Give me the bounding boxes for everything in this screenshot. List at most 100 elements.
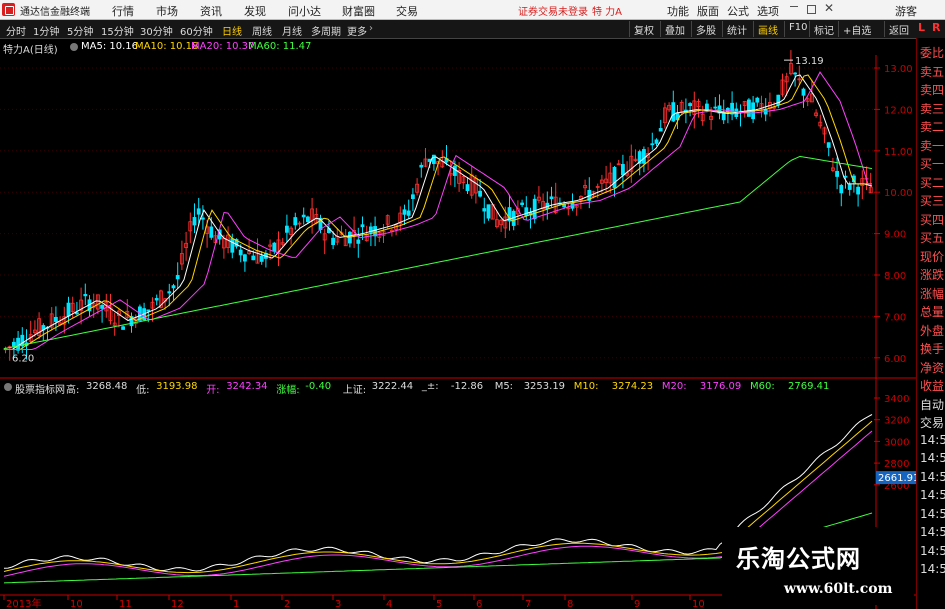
candle-body [856, 186, 860, 195]
candle-body [16, 337, 21, 351]
period-day[interactable]: 日线 [222, 23, 242, 38]
menu-wenxiaoda[interactable]: 问小达 [288, 3, 321, 19]
candle-body [650, 143, 655, 146]
btn-huaxian[interactable]: 画线 [753, 21, 782, 37]
candle-body [293, 217, 298, 226]
candle-body [154, 298, 159, 301]
btn-add-watchlist[interactable]: +自选 [838, 21, 875, 37]
candle-body [465, 184, 470, 191]
period-month[interactable]: 月线 [282, 23, 302, 38]
btn-diejia[interactable]: 叠加 [660, 21, 689, 37]
menu-faxian[interactable]: 发现 [244, 3, 266, 19]
candle-body [259, 255, 264, 262]
y-tick-label: 10.00 [884, 188, 913, 199]
candle-body [83, 294, 88, 297]
side-panel-item: 14:56 [920, 488, 945, 502]
stat-value: 3274.23 [611, 381, 654, 392]
stat-key: 高: [66, 385, 80, 396]
candle-body [360, 224, 365, 228]
stat-key: _±: [421, 381, 439, 392]
price-chart[interactable]: 13.00 12.00 11.00 10.00 9.00 8.00 7.00 6.00 3400… [0, 38, 916, 609]
candle-body [776, 94, 781, 106]
y-tick-label: 11.00 [884, 147, 913, 158]
btn-duogu[interactable]: 多股 [691, 21, 720, 37]
maximize-icon[interactable] [807, 5, 816, 14]
side-panel-item: 换手 [920, 342, 945, 356]
btn-back[interactable]: 返回 [884, 21, 913, 37]
candle-body [524, 207, 529, 216]
menu-zixun[interactable]: 资讯 [200, 3, 222, 19]
candle-body [549, 196, 554, 200]
app-logo-icon [2, 3, 15, 16]
menu-gongshi[interactable]: 公式 [727, 3, 749, 19]
side-panel-item: 卖二 [920, 120, 945, 134]
candle-body [839, 184, 844, 194]
btn-fuquan[interactable]: 复权 [629, 21, 658, 37]
side-panel-item: 14:56 [920, 469, 945, 484]
candle-body [75, 312, 79, 315]
menu-hangqing[interactable]: 行情 [112, 3, 134, 19]
stat-key: M20: [661, 381, 687, 392]
candle-body [238, 249, 243, 256]
x-tick-label: 10 [692, 599, 705, 609]
candle-body [452, 165, 457, 176]
ma10-line [4, 74, 872, 350]
candle-body [562, 204, 566, 208]
close-icon[interactable]: ✕ [824, 1, 834, 15]
candle-body [532, 198, 537, 220]
candle-body [373, 226, 378, 237]
x-tick-label: 10 [70, 599, 83, 609]
minimize-icon[interactable] [790, 6, 798, 9]
sub-chart-header: 股票指标网 高: 3268.48 低: 3193.98 开: 3242.34 涨幅: -0.4… [0, 379, 916, 396]
candle-body [801, 88, 806, 96]
candle-body [20, 334, 25, 347]
y-tick-label: 6.00 [884, 354, 906, 365]
period-5min[interactable]: 5分钟 [67, 23, 93, 38]
candle-body [167, 291, 172, 294]
menu-gongneng[interactable]: 功能 [667, 3, 689, 19]
period-30min[interactable]: 30分钟 [140, 23, 173, 38]
login-status[interactable]: 证券交易未登录 [518, 3, 588, 18]
side-panel-item: 外盘 [920, 323, 945, 338]
menu-jiaoyi[interactable]: 交易 [396, 3, 418, 19]
y-tick-label: 7.00 [884, 312, 906, 323]
period-more[interactable]: 更多 [347, 23, 367, 38]
candle-body [251, 255, 256, 261]
candle-body [671, 102, 676, 122]
candle-body [402, 209, 407, 215]
menu-xuanxiang[interactable]: 选项 [757, 3, 779, 19]
period-multi[interactable]: 多周期 [311, 23, 341, 38]
period-60min[interactable]: 60分钟 [180, 23, 213, 38]
candle-body [847, 184, 852, 190]
candle-body [642, 149, 646, 164]
realtime-badge: R [932, 21, 941, 34]
x-tick-label: 5 [436, 599, 442, 609]
menu-shichang[interactable]: 市场 [156, 3, 178, 19]
stat-key: 低: [136, 385, 150, 396]
indicator-settings-icon[interactable] [4, 383, 12, 391]
period-1min[interactable]: 1分钟 [33, 23, 59, 38]
chevron-right-icon[interactable]: › [369, 23, 373, 34]
btn-biaoji[interactable]: 标记 [809, 21, 838, 37]
user-label[interactable]: 游客 [895, 3, 917, 19]
sub-y-tick-label: 3000 [884, 437, 909, 448]
x-tick-label: 12 [171, 599, 184, 609]
candle-body [755, 97, 760, 103]
candle-body [793, 72, 797, 75]
watermark-box: 乐淘公式网 www.60lt.com [722, 527, 914, 605]
candle-body [196, 208, 201, 215]
btn-f10[interactable]: F10 [784, 21, 811, 37]
stat-key: 涨幅: [276, 385, 300, 396]
period-fenshi[interactable]: 分时 [6, 23, 26, 38]
period-week[interactable]: 周线 [252, 23, 272, 38]
menu-caifuquan[interactable]: 财富圈 [342, 3, 375, 19]
current-value-label: 2661.91 [878, 473, 916, 484]
menu-banmian[interactable]: 版面 [697, 3, 719, 19]
side-panel-item: 涨跌 [920, 268, 945, 282]
btn-tongji[interactable]: 统计 [722, 21, 751, 37]
ma5-line [4, 74, 873, 350]
period-15min[interactable]: 15分钟 [101, 23, 134, 38]
stat-key: M5: [494, 381, 514, 392]
side-panel-item: 14:56 [920, 543, 945, 558]
stat-value: 3176.09 [699, 381, 742, 392]
